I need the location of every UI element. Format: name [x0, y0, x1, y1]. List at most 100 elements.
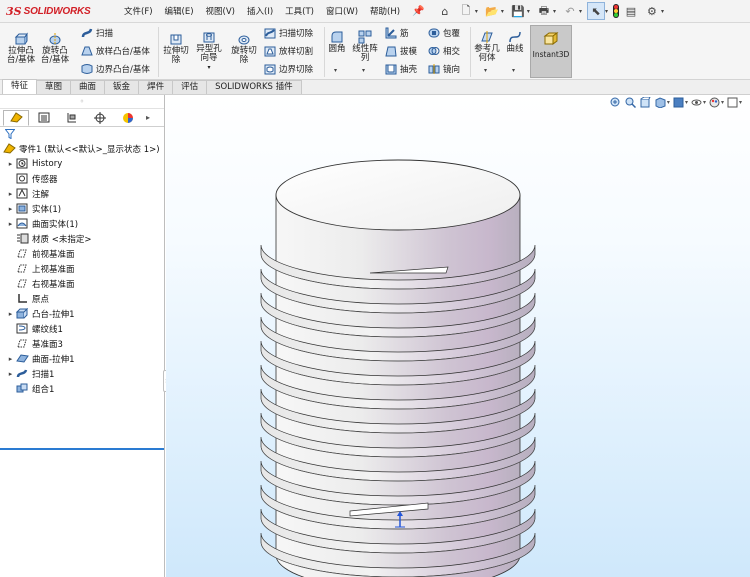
solidworks-logo[interactable]: 3S SOLIDWORKS	[0, 5, 118, 18]
chevron-down-icon[interactable]: ▾	[605, 8, 608, 15]
options-gear-icon[interactable]: ⚙	[643, 2, 661, 20]
chevron-right-icon[interactable]: ▸	[143, 113, 153, 122]
undo-icon[interactable]: ↶	[561, 2, 579, 20]
expand-arrow-icon[interactable]: ▸	[6, 355, 15, 363]
hole-wizard-button[interactable]: 异型孔向导 ▾	[193, 29, 225, 72]
tree-item-label: 传感器	[32, 174, 58, 185]
boundary-cut-button[interactable]: 边界切除	[263, 63, 313, 75]
extrude-boss-button[interactable]: 拉伸凸台/基体	[6, 31, 36, 65]
rib-button[interactable]: 筋	[384, 27, 409, 39]
tree-item[interactable]: 组合1	[0, 381, 164, 396]
save-icon[interactable]: 💾	[509, 2, 527, 20]
tree-end-rollback-bar[interactable]	[0, 448, 164, 450]
tree-item[interactable]: ▸ History	[0, 156, 164, 171]
open-folder-icon[interactable]: 📂	[483, 2, 501, 20]
draft-icon	[384, 45, 397, 57]
configuration-manager-tab[interactable]	[59, 110, 85, 126]
draft-button[interactable]: 拔模	[384, 45, 417, 57]
tree-item[interactable]: ▸ 凸台-拉伸1	[0, 306, 164, 321]
chevron-down-icon[interactable]: ▾	[501, 8, 504, 15]
pin-icon[interactable]: 📌	[412, 6, 424, 17]
linear-pattern-button[interactable]: 线性阵列	[351, 29, 379, 63]
tab-sheet-metal[interactable]: 钣金	[104, 80, 140, 94]
shell-button[interactable]: 抽壳	[384, 63, 417, 75]
dimxpert-tab[interactable]	[87, 110, 113, 126]
new-document-icon[interactable]: 🗋	[457, 2, 475, 20]
tree-item[interactable]: ▸ 扫描1	[0, 366, 164, 381]
menu-view[interactable]: 视图(V)	[200, 5, 241, 17]
tree-item[interactable]: 右视基准面	[0, 276, 164, 291]
tree-item[interactable]: ▸ 曲面-拉伸1	[0, 351, 164, 366]
mirror-button[interactable]: 镜向	[427, 63, 460, 75]
chevron-down-icon[interactable]: ▾	[527, 8, 530, 15]
tree-filter[interactable]	[0, 127, 164, 141]
tree-item[interactable]: 原点	[0, 291, 164, 306]
tab-features[interactable]: 特征	[2, 79, 38, 94]
chevron-down-icon[interactable]: ▾	[475, 8, 478, 15]
reference-geometry-button[interactable]: 参考几何体	[474, 29, 500, 63]
tree-root-part[interactable]: 零件1 (默认<<默认>_显示状态 1>)	[0, 141, 164, 156]
chevron-down-icon[interactable]: ▾	[362, 67, 365, 74]
revolve-boss-button[interactable]: 旋转凸台/基体	[40, 31, 70, 65]
fillet-button[interactable]: 圆角	[327, 29, 347, 54]
loft-boss-button[interactable]: 放样凸台/基体	[80, 45, 150, 57]
menu-edit[interactable]: 编辑(E)	[159, 5, 200, 17]
chevron-down-icon[interactable]: ▾	[484, 67, 487, 74]
chevron-down-icon[interactable]: ▾	[661, 8, 664, 15]
menu-help[interactable]: 帮助(H)	[364, 5, 406, 17]
sweep-button[interactable]: 扫描	[80, 27, 113, 39]
swept-cut-button[interactable]: 扫描切除	[263, 27, 313, 39]
tab-evaluate[interactable]: 评估	[172, 80, 208, 94]
threaded-part-model[interactable]	[166, 95, 750, 577]
tree-item[interactable]: 传感器	[0, 171, 164, 186]
curves-button[interactable]: 曲线	[504, 29, 526, 54]
rebuild-traffic-light-icon[interactable]	[612, 4, 619, 18]
lofted-cut-button[interactable]: 放样切割	[263, 45, 313, 57]
select-pointer-icon[interactable]: ⬉	[586, 2, 605, 20]
tab-weldments[interactable]: 焊件	[138, 80, 174, 94]
expand-arrow-icon[interactable]: ▸	[6, 370, 15, 378]
display-manager-tab[interactable]	[115, 110, 141, 126]
chevron-down-icon[interactable]: ▾	[334, 67, 337, 74]
chevron-down-icon[interactable]: ▾	[207, 63, 210, 72]
expand-arrow-icon[interactable]: ▸	[6, 160, 15, 168]
expand-arrow-icon[interactable]: ▸	[6, 190, 15, 198]
graphics-viewport[interactable]: ▾ ▾ ▾ ▾ ▾	[166, 95, 750, 577]
chevron-down-icon[interactable]: ▾	[579, 8, 582, 15]
feature-manager-tab[interactable]	[3, 109, 29, 126]
tree-item[interactable]: ▸ 曲面实体(1)	[0, 216, 164, 231]
expand-arrow-icon[interactable]: ▸	[6, 205, 15, 213]
chevron-down-icon[interactable]: ▾	[512, 67, 515, 74]
expand-arrow-icon[interactable]: ▸	[6, 220, 15, 228]
tree-item[interactable]: 基准面3	[0, 336, 164, 351]
tree-item[interactable]: 上视基准面	[0, 261, 164, 276]
surface-bodies-icon	[15, 218, 29, 230]
intersect-button[interactable]: 相交	[427, 45, 460, 57]
tree-item-label: 凸台-拉伸1	[32, 309, 75, 320]
extrude-cut-button[interactable]: 拉伸切除	[163, 31, 189, 65]
menu-tools[interactable]: 工具(T)	[279, 5, 320, 17]
chevron-down-icon[interactable]: ▾	[553, 8, 556, 15]
tree-item[interactable]: 材质 <未指定>	[0, 231, 164, 246]
menu-file[interactable]: 文件(F)	[118, 5, 159, 17]
instant3d-button[interactable]: Instant3D	[530, 25, 572, 78]
expand-arrow-icon[interactable]: ▸	[6, 310, 15, 318]
panel-collapse-handle[interactable]: ◦	[0, 95, 164, 109]
menu-window[interactable]: 窗口(W)	[320, 5, 364, 17]
tab-sketch[interactable]: 草图	[36, 80, 72, 94]
wrap-button[interactable]: 包覆	[427, 27, 460, 39]
revolve-cut-button[interactable]: 旋转切除	[229, 31, 259, 65]
tab-surfaces[interactable]: 曲面	[70, 80, 106, 94]
tree-item[interactable]: ▸ 注解	[0, 186, 164, 201]
sensor-icon	[15, 173, 29, 185]
menu-insert[interactable]: 插入(I)	[241, 5, 279, 17]
tree-item[interactable]: 螺纹线1	[0, 321, 164, 336]
property-manager-tab[interactable]	[31, 110, 57, 126]
file-properties-icon[interactable]: ▤	[622, 2, 640, 20]
tree-item[interactable]: 前视基准面	[0, 246, 164, 261]
tree-item[interactable]: ▸ 实体(1)	[0, 201, 164, 216]
tab-solidworks-addins[interactable]: SOLIDWORKS 插件	[206, 80, 302, 94]
boundary-boss-button[interactable]: 边界凸台/基体	[80, 63, 150, 75]
print-icon[interactable]: 🖶	[535, 2, 553, 20]
home-icon[interactable]: ⌂	[436, 2, 454, 20]
